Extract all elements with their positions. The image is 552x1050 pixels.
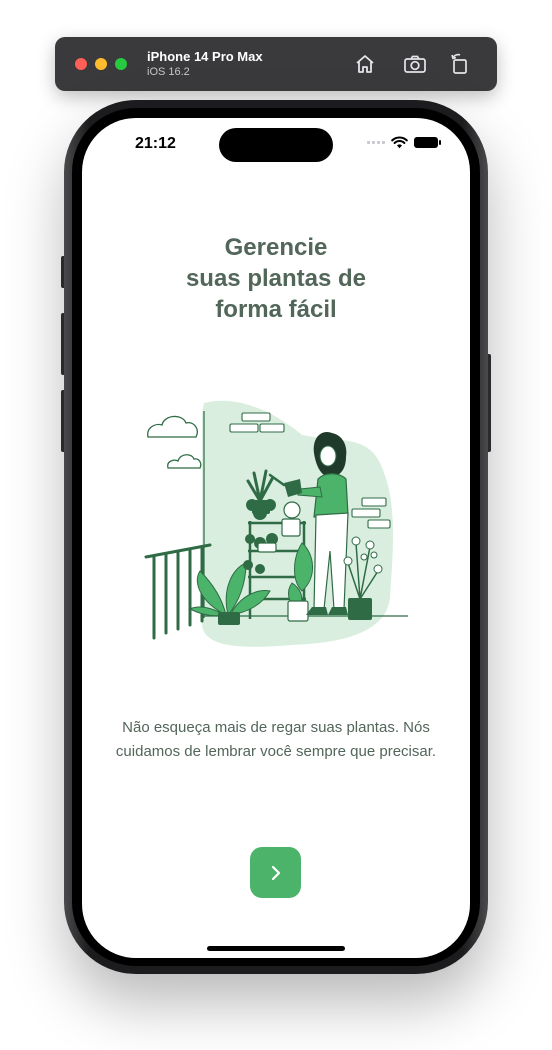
zoom-window-button[interactable]: [115, 58, 127, 70]
woman-watering-plants-illustration: [144, 400, 408, 647]
os-version: iOS 16.2: [147, 66, 190, 78]
onboarding-title: Gerencie suas plantas de forma fácil: [82, 232, 470, 325]
device-name: iPhone 14 Pro Max: [147, 49, 263, 64]
home-icon[interactable]: [352, 51, 378, 77]
status-icons: [367, 136, 441, 149]
battery-icon: [414, 137, 441, 148]
rotate-icon[interactable]: [447, 51, 473, 77]
chevron-right-icon: [271, 865, 280, 880]
next-button[interactable]: [250, 847, 301, 898]
dynamic-island: [219, 128, 333, 162]
onboarding-description: Não esqueça mais de regar suas plantas. …: [115, 719, 437, 760]
title-line-3: forma fácil: [215, 296, 337, 323]
cellular-signal-icon: [367, 141, 385, 144]
status-time: 21:12: [135, 135, 176, 152]
phone-screen: 21:12 Gerencie suas plantas de forma fác…: [82, 118, 470, 958]
wifi-icon: [391, 136, 408, 149]
close-window-button[interactable]: [75, 58, 87, 70]
title-line-1: Gerencie: [224, 234, 328, 261]
simulator-title-bar: iPhone 14 Pro Max iOS 16.2: [55, 37, 497, 91]
home-indicator[interactable]: [207, 946, 345, 951]
title-line-2: suas plantas de: [185, 265, 367, 292]
minimize-window-button[interactable]: [95, 58, 107, 70]
camera-icon[interactable]: [402, 51, 428, 77]
